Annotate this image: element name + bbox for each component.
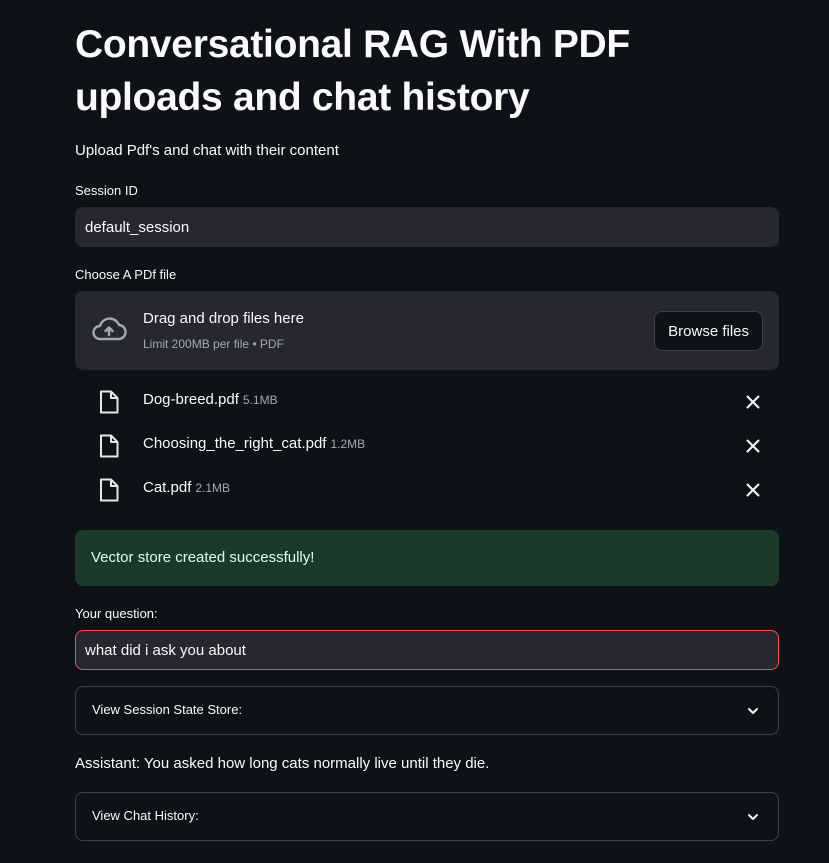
file-name-text: Cat.pdf [143, 479, 192, 496]
file-icon [100, 434, 119, 458]
file-icon [100, 390, 119, 414]
chat-history-expander[interactable]: View Chat History: [75, 792, 779, 841]
file-name: Choosing_the_right_cat.pdf 1.2MB [143, 435, 365, 452]
close-icon[interactable] [743, 436, 763, 456]
session-id-input[interactable] [75, 207, 779, 247]
file-size: 2.1MB [195, 481, 231, 495]
session-state-expander[interactable]: View Session State Store: [75, 686, 779, 735]
close-icon[interactable] [743, 392, 763, 412]
file-name-text: Dog-breed.pdf [143, 391, 239, 408]
dropzone-limit-text: Limit 200MB per file • PDF [143, 337, 284, 351]
cloud-upload-icon [92, 317, 127, 341]
uploaded-file-item: Choosing_the_right_cat.pdf 1.2MB [75, 423, 779, 467]
question-label: Your question: [75, 606, 158, 621]
page-title: Conversational RAG With PDF uploads and … [75, 23, 630, 119]
uploaded-file-item: Dog-breed.pdf 5.1MB [75, 379, 779, 423]
chevron-down-icon [748, 814, 758, 820]
chat-history-expander-label: View Chat History: [92, 808, 199, 823]
file-name: Cat.pdf 2.1MB [143, 479, 230, 496]
success-alert: Vector store created successfully! [75, 530, 779, 586]
page-subtitle: Upload Pdf's and chat with their content [75, 142, 339, 159]
file-size: 5.1MB [242, 393, 278, 407]
file-size: 1.2MB [330, 437, 366, 451]
file-uploader-label: Choose A PDf file [75, 267, 177, 282]
session-id-label: Session ID [75, 183, 138, 198]
uploaded-file-item: Cat.pdf 2.1MB [75, 467, 779, 511]
question-input[interactable] [75, 630, 779, 670]
session-state-expander-label: View Session State Store: [92, 702, 243, 717]
success-message: Vector store created successfully! [91, 549, 315, 566]
browse-files-button[interactable]: Browse files [654, 311, 763, 351]
file-name: Dog-breed.pdf 5.1MB [143, 391, 278, 408]
chevron-down-icon [748, 708, 758, 714]
file-name-text: Choosing_the_right_cat.pdf [143, 435, 327, 452]
file-icon [100, 478, 119, 502]
file-dropzone[interactable]: Drag and drop files here Limit 200MB per… [75, 291, 779, 370]
close-icon[interactable] [743, 480, 763, 500]
assistant-response: Assistant: You asked how long cats norma… [75, 755, 490, 772]
dropzone-title: Drag and drop files here [143, 310, 304, 327]
